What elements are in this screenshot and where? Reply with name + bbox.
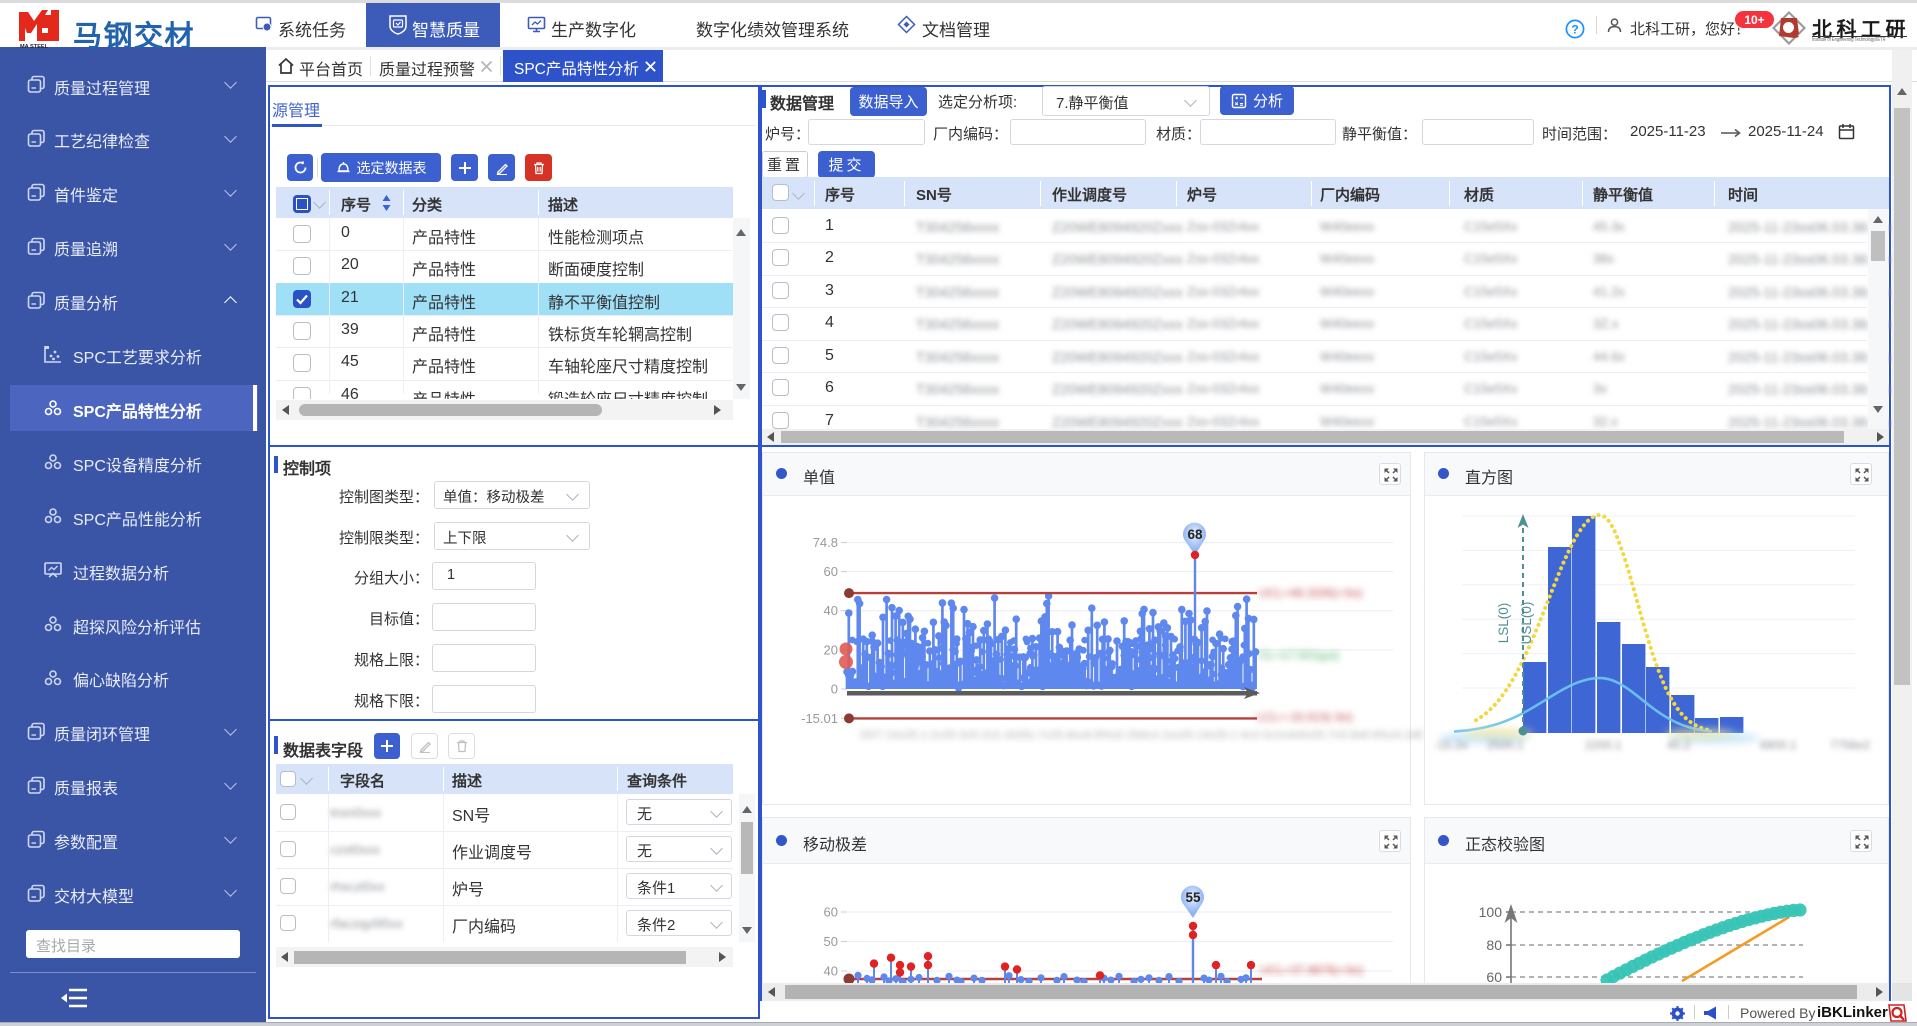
- svg-text:0: 0: [831, 682, 838, 697]
- svg-text:74.8: 74.8: [813, 535, 838, 550]
- svg-text:60: 60: [824, 905, 838, 920]
- svg-text:55: 55: [1185, 890, 1201, 905]
- svg-text:40: 40: [824, 603, 838, 618]
- svg-text:40: 40: [824, 964, 838, 979]
- svg-text:60: 60: [824, 564, 838, 579]
- svg-text:USL(0): USL(0): [1519, 602, 1534, 645]
- svg-text:20: 20: [824, 642, 838, 657]
- svg-text:50: 50: [824, 934, 838, 949]
- svg-text:-15.01: -15.01: [801, 711, 838, 726]
- svg-text:100: 100: [1479, 904, 1503, 920]
- svg-text:?: ?: [1571, 23, 1578, 37]
- svg-text:LSL(0): LSL(0): [1496, 603, 1511, 644]
- svg-text:80: 80: [1486, 937, 1502, 953]
- svg-text:MA STEEL: MA STEEL: [20, 44, 49, 48]
- svg-text:68: 68: [1187, 527, 1203, 542]
- svg-text:60: 60: [1486, 969, 1502, 983]
